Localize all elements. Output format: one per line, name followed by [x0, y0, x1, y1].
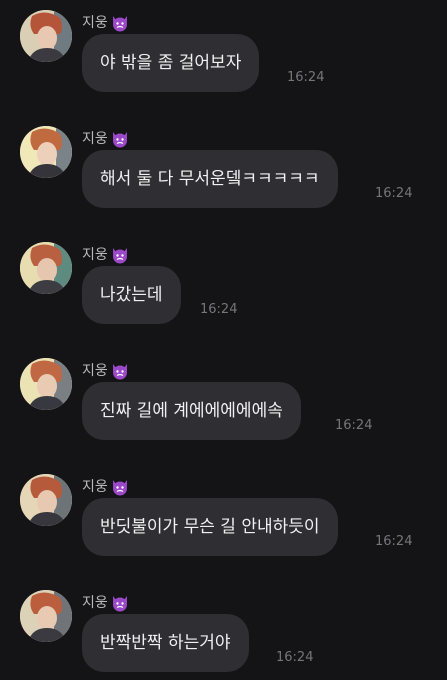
sender-label: 지웅 — [82, 13, 129, 33]
avatar-photo — [20, 590, 72, 642]
message-time: 16:24 — [200, 302, 238, 317]
message-row: 지웅 야 밖을 좀 걸어보자 16:24 — [0, 10, 447, 126]
message-bubble[interactable]: 진짜 길에 계에에에에에속 — [82, 382, 301, 440]
message-time: 16:24 — [287, 70, 325, 85]
sender-name: 지웅 — [82, 131, 108, 147]
avatar[interactable] — [20, 126, 72, 178]
message-row: 지웅 반짝반짝 하는거야 16:24 — [0, 590, 447, 680]
sender-label: 지웅 — [82, 477, 129, 497]
sender-label: 지웅 — [82, 129, 129, 149]
avatar-photo — [20, 10, 72, 62]
message-time: 16:24 — [276, 650, 314, 665]
angry-devil-emoji-icon — [111, 594, 129, 612]
sender-name: 지웅 — [82, 363, 108, 379]
sender-name: 지웅 — [82, 247, 108, 263]
message-row: 지웅 반딧불이가 무슨 길 안내하듯이 16:24 — [0, 474, 447, 590]
angry-devil-emoji-icon — [111, 14, 129, 32]
avatar-photo — [20, 126, 72, 178]
message-bubble[interactable]: 야 밖을 좀 걸어보자 — [82, 34, 260, 92]
chat-thread: 지웅 야 밖을 좀 걸어보자 16:24 지웅 해서 둘 다 무서운뎈ㅋㅋㅋㅋㅋ — [0, 0, 447, 680]
angry-devil-emoji-icon — [111, 246, 129, 264]
message-bubble[interactable]: 나갔는데 — [82, 266, 181, 324]
sender-label: 지웅 — [82, 593, 129, 613]
sender-name: 지웅 — [82, 15, 108, 31]
avatar[interactable] — [20, 242, 72, 294]
message-time: 16:24 — [375, 186, 413, 201]
sender-label: 지웅 — [82, 245, 129, 265]
avatar-photo — [20, 474, 72, 526]
message-time: 16:24 — [335, 418, 373, 433]
avatar-photo — [20, 242, 72, 294]
message-time: 16:24 — [375, 534, 413, 549]
avatar[interactable] — [20, 474, 72, 526]
message-bubble[interactable]: 반짝반짝 하는거야 — [82, 614, 249, 672]
avatar[interactable] — [20, 10, 72, 62]
angry-devil-emoji-icon — [111, 478, 129, 496]
message-bubble[interactable]: 해서 둘 다 무서운뎈ㅋㅋㅋㅋㅋ — [82, 150, 338, 208]
avatar-photo — [20, 358, 72, 410]
message-row: 지웅 해서 둘 다 무서운뎈ㅋㅋㅋㅋㅋ 16:24 — [0, 126, 447, 242]
angry-devil-emoji-icon — [111, 362, 129, 380]
message-bubble[interactable]: 반딧불이가 무슨 길 안내하듯이 — [82, 498, 338, 556]
sender-name: 지웅 — [82, 595, 108, 611]
message-row: 지웅 나갔는데 16:24 — [0, 242, 447, 358]
sender-name: 지웅 — [82, 479, 108, 495]
sender-label: 지웅 — [82, 361, 129, 381]
message-row: 지웅 진짜 길에 계에에에에에속 16:24 — [0, 358, 447, 474]
avatar[interactable] — [20, 358, 72, 410]
angry-devil-emoji-icon — [111, 130, 129, 148]
avatar[interactable] — [20, 590, 72, 642]
